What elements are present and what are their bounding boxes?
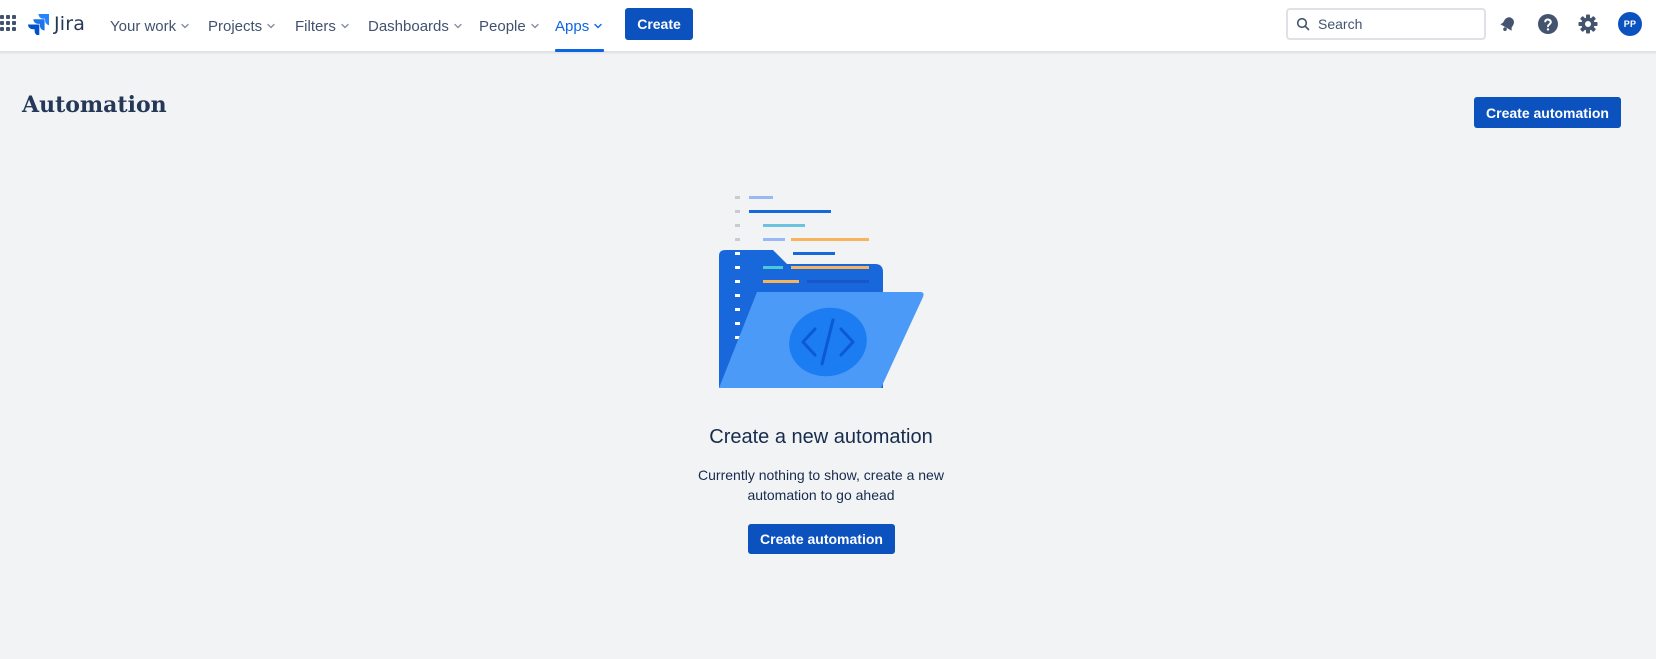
jira-logo[interactable]: Jira bbox=[28, 12, 85, 36]
nav-filters[interactable]: Filters bbox=[295, 0, 350, 52]
nav-your-work-label: Your work bbox=[110, 17, 177, 35]
empty-state-description: Currently nothing to show, create a new … bbox=[698, 467, 944, 503]
nav-your-work[interactable]: Your work bbox=[110, 0, 190, 52]
search-input[interactable] bbox=[1318, 16, 1478, 32]
jira-logo-icon bbox=[28, 14, 49, 35]
empty-folder-code-illustration bbox=[719, 196, 924, 388]
app-switcher-grid-icon[interactable] bbox=[0, 14, 16, 32]
create-automation-button[interactable]: Create automation bbox=[1474, 97, 1621, 128]
nav-projects[interactable]: Projects bbox=[208, 0, 276, 52]
nav-filters-label: Filters bbox=[295, 17, 336, 35]
product-name: Jira bbox=[54, 13, 86, 35]
nav-dashboards-label: Dashboards bbox=[368, 17, 449, 35]
nav-people[interactable]: People bbox=[479, 0, 540, 52]
nav-people-label: People bbox=[479, 17, 526, 35]
nav-apps-label: Apps bbox=[555, 17, 590, 35]
page-title: Automation bbox=[22, 92, 167, 118]
nav-apps[interactable]: Apps bbox=[555, 0, 605, 52]
chevron-down-icon bbox=[531, 23, 539, 29]
create-button[interactable]: Create bbox=[625, 8, 693, 40]
active-tab-indicator bbox=[555, 49, 605, 52]
user-avatar[interactable]: PP bbox=[1618, 12, 1642, 36]
chevron-down-icon bbox=[594, 23, 602, 29]
search-icon bbox=[1296, 17, 1310, 31]
empty-state-create-automation-button[interactable]: Create automation bbox=[748, 524, 895, 554]
help-icon[interactable] bbox=[1536, 12, 1560, 36]
chevron-down-icon bbox=[341, 23, 349, 29]
chevron-down-icon bbox=[267, 23, 275, 29]
search-box[interactable] bbox=[1286, 8, 1486, 40]
nav-dashboards[interactable]: Dashboards bbox=[368, 0, 463, 52]
top-navigation-bar: Jira Your work Projects Filters Dashboar… bbox=[0, 0, 1656, 52]
chevron-down-icon bbox=[181, 23, 189, 29]
empty-state-title: Create a new automation bbox=[709, 426, 933, 448]
chevron-down-icon bbox=[454, 23, 462, 29]
nav-projects-label: Projects bbox=[208, 17, 263, 35]
gear-icon[interactable] bbox=[1576, 12, 1600, 36]
bell-icon[interactable] bbox=[1496, 12, 1520, 36]
